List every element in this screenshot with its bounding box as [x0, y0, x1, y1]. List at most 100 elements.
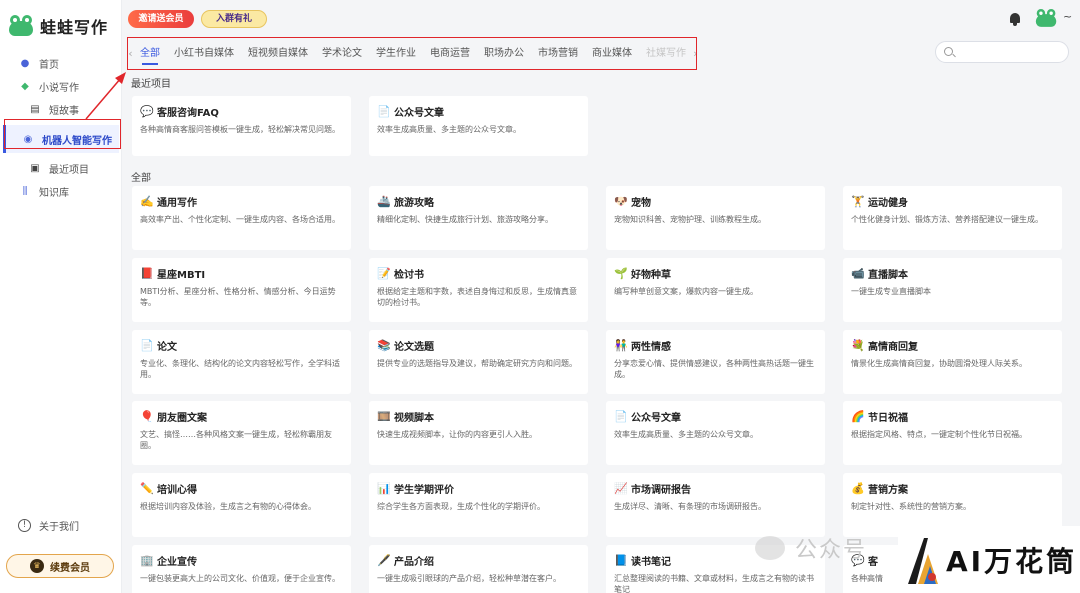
- watermark-text: 公众号: [795, 538, 868, 563]
- search-input[interactable]: [958, 45, 1062, 59]
- card-title: 公众号文章: [394, 107, 444, 119]
- card-title: 朋友圈文案: [157, 412, 207, 424]
- card-header: 🎞️ 视频脚本: [377, 409, 580, 424]
- card-title: 好物种草: [631, 269, 671, 281]
- card-icon: 📈: [614, 481, 628, 495]
- card-header: 📹 直播脚本: [851, 266, 1054, 281]
- template-card[interactable]: 🌈 节日祝福 根据指定风格、特点，一键定制个性化节日祝福。: [843, 401, 1062, 465]
- card-description: 一键生成专业直播脚本: [851, 287, 931, 296]
- card-icon: 📹: [851, 266, 865, 280]
- card-icon: 🌱: [614, 266, 628, 280]
- bell-icon[interactable]: [1009, 12, 1021, 26]
- renew-vip-button[interactable]: ♛ 续费会员: [6, 554, 114, 578]
- info-icon: !: [18, 519, 31, 532]
- card-header: 💬 客服咨询FAQ: [140, 104, 343, 119]
- frog-logo-icon: [8, 15, 34, 37]
- template-card[interactable]: 💬 客服咨询FAQ 各种高情商客服问答模板一键生成，轻松解决常见问题。: [132, 96, 351, 156]
- avatar[interactable]: [1035, 9, 1057, 29]
- brand-mark-icon: [908, 537, 938, 584]
- card-title: 培训心得: [157, 484, 197, 496]
- card-header: 🏋️ 运动健身: [851, 194, 1054, 209]
- template-card[interactable]: 📄 论文专业化、条理化、结构化的论文内容轻松写作，全学科适用。: [132, 330, 351, 394]
- template-card[interactable]: 🌱 好物种草 编写种草创意文案，爆款内容一键生成。: [606, 258, 825, 322]
- template-card[interactable]: 📝 检讨书 根据给定主题和字数，表述自身悔过和反思，生成情真意切的检讨书。: [369, 258, 588, 322]
- card-description: 综合学生各方面表现，生成个性化的学期评价。: [377, 502, 545, 511]
- sidebar-item-label: 小说写作: [39, 83, 79, 94]
- user-menu-toggle[interactable]: ~: [1063, 10, 1072, 23]
- template-card[interactable]: 👫 两性情感 分享恋爱心情、提供情感建议，各种两性高热话题一键生成。: [606, 330, 825, 394]
- card-icon: ✍️: [140, 194, 154, 208]
- card-header: 📄 公众号文章: [614, 409, 817, 424]
- card-title: 企业宣传: [157, 556, 197, 568]
- sidebar-item-knowledge[interactable]: ⫼ 知识库: [0, 180, 122, 203]
- card-description: 情景化生成高情商回复，协助圆滑处理人际关系。: [851, 359, 1027, 368]
- card-icon: 💬: [140, 104, 154, 118]
- card-description: 效率生成高质量、多主题的公众号文章。: [614, 430, 758, 439]
- card-header: 📄 论文: [140, 338, 343, 353]
- template-card[interactable]: 📄 公众号文章 效率生成高质量、多主题的公众号文章。: [369, 96, 588, 156]
- card-description: 提供专业的选题指导及建议，帮助确定研究方向和问题。: [377, 359, 577, 368]
- card-description: 个性化健身计划、锻炼方法、营养搭配建议一键生成。: [851, 215, 1043, 224]
- card-description: 汇总整理阅读的书籍、文章或材料，生成言之有物的读书笔记: [614, 574, 814, 593]
- card-header: ✏️ 培训心得: [140, 481, 343, 496]
- frog-avatar-icon: [1035, 9, 1057, 28]
- template-card[interactable]: 🐶 宠物 宠物知识科普、宠物护理、训练教程生成。: [606, 186, 825, 250]
- search-icon: [944, 47, 953, 56]
- template-card[interactable]: 🖋️ 产品介绍 一键生成吸引眼球的产品介绍，轻松种草潜在客户。: [369, 545, 588, 593]
- renew-vip-label: 续费会员: [50, 562, 90, 574]
- template-card[interactable]: 💐 高情商回复 情景化生成高情商回复，协助圆滑处理人际关系。: [843, 330, 1062, 394]
- template-card[interactable]: 🏋️ 运动健身个性化健身计划、锻炼方法、营养搭配建议一键生成。: [843, 186, 1062, 250]
- card-title: 客服咨询FAQ: [157, 107, 219, 119]
- card-icon: 👫: [614, 338, 628, 352]
- template-card[interactable]: 🎞️ 视频脚本 快速生成视频脚本，让你的内容更引人入胜。: [369, 401, 588, 465]
- card-description: 专业化、条理化、结构化的论文内容轻松写作，全学科适用。: [140, 359, 340, 379]
- card-title: 节日祝福: [868, 412, 908, 424]
- template-card[interactable]: 📹 直播脚本一键生成专业直播脚本: [843, 258, 1062, 322]
- home-icon: ●: [20, 58, 30, 69]
- template-card[interactable]: 🏢 企业宣传 一键包装更高大上的公司文化、价值观，便于企业宣传。: [132, 545, 351, 593]
- all-section-title: 全部: [131, 173, 151, 184]
- app-name: 蛙蛙写作: [40, 18, 109, 37]
- card-icon: 🚢: [377, 194, 391, 208]
- calendar-icon: ▣: [30, 163, 40, 174]
- template-card[interactable]: 📕 星座MBTI MBTI分析、星座分析、性格分析、情感分析、今日运势等。: [132, 258, 351, 322]
- group-gift-badge[interactable]: 入群有礼: [201, 10, 267, 28]
- app-logo[interactable]: 蛙蛙写作: [8, 14, 108, 38]
- template-card[interactable]: 📊 学生学期评价 综合学生各方面表现，生成个性化的学期评价。: [369, 473, 588, 537]
- card-title: 市场调研报告: [631, 484, 691, 496]
- template-card[interactable]: 📘 读书笔记 汇总整理阅读的书籍、文章或材料，生成言之有物的读书笔记: [606, 545, 825, 593]
- card-icon: 🏋️: [851, 194, 865, 208]
- card-title: 两性情感: [631, 341, 671, 353]
- card-header: 📚 论文选题: [377, 338, 580, 353]
- template-card[interactable]: ✍️ 通用写作高效率产出、个性化定制、一键生成内容、各场合适用。: [132, 186, 351, 250]
- invite-badge[interactable]: 邀请送会员: [128, 10, 194, 28]
- template-card[interactable]: 📈 市场调研报告生成详尽、清晰、有条理的市场调研报告。: [606, 473, 825, 537]
- card-description: MBTI分析、星座分析、性格分析、情感分析、今日运势等。: [140, 287, 336, 307]
- brand-logo: AI万花筒: [898, 526, 1080, 593]
- card-header: 💰 营销方案: [851, 481, 1054, 496]
- about-us-link[interactable]: ! 关于我们: [18, 518, 79, 533]
- card-icon: 🖋️: [377, 553, 391, 567]
- template-card[interactable]: ✏️ 培训心得 根据培训内容及体验，生成言之有物的心得体会。: [132, 473, 351, 537]
- sidebar-item-label: 知识库: [39, 188, 69, 199]
- template-card[interactable]: 📚 论文选题提供专业的选题指导及建议，帮助确定研究方向和问题。: [369, 330, 588, 394]
- template-card[interactable]: 📄 公众号文章效率生成高质量、多主题的公众号文章。: [606, 401, 825, 465]
- card-icon: 📝: [377, 266, 391, 280]
- sidebar: 蛙蛙写作 ● 首页 ◆ 小说写作 ▤ 短故事 ◉ 机器人智能写作 ▣ 最近项目 …: [0, 0, 122, 593]
- sidebar-item-home[interactable]: ● 首页: [0, 52, 122, 75]
- card-title: 检讨书: [394, 269, 424, 281]
- card-description: 生成详尽、清晰、有条理的市场调研报告。: [614, 502, 766, 511]
- sidebar-item-novel[interactable]: ◆ 小说写作: [0, 75, 122, 98]
- template-card[interactable]: 🚢 旅游攻略 精细化定制、快捷生成旅行计划、旅游攻略分享。: [369, 186, 588, 250]
- card-title: 读书笔记: [631, 556, 671, 568]
- search-box[interactable]: [935, 41, 1069, 63]
- card-header: 🐶 宠物: [614, 194, 817, 209]
- sidebar-item-recent[interactable]: ▣ 最近项目: [0, 157, 122, 180]
- sidebar-item-label: 最近项目: [49, 165, 89, 176]
- template-card[interactable]: 🎈 朋友圈文案 文艺、搞怪……各种风格文案一键生成，轻松称霸朋友圈。: [132, 401, 351, 465]
- sidebar-item-label: 首页: [39, 60, 59, 71]
- card-header: ✍️ 通用写作: [140, 194, 343, 209]
- card-description: 高效率产出、个性化定制、一键生成内容、各场合适用。: [140, 215, 340, 224]
- library-icon: ⫼: [22, 186, 28, 197]
- sidebar-item-short-story[interactable]: ▤ 短故事: [0, 98, 122, 121]
